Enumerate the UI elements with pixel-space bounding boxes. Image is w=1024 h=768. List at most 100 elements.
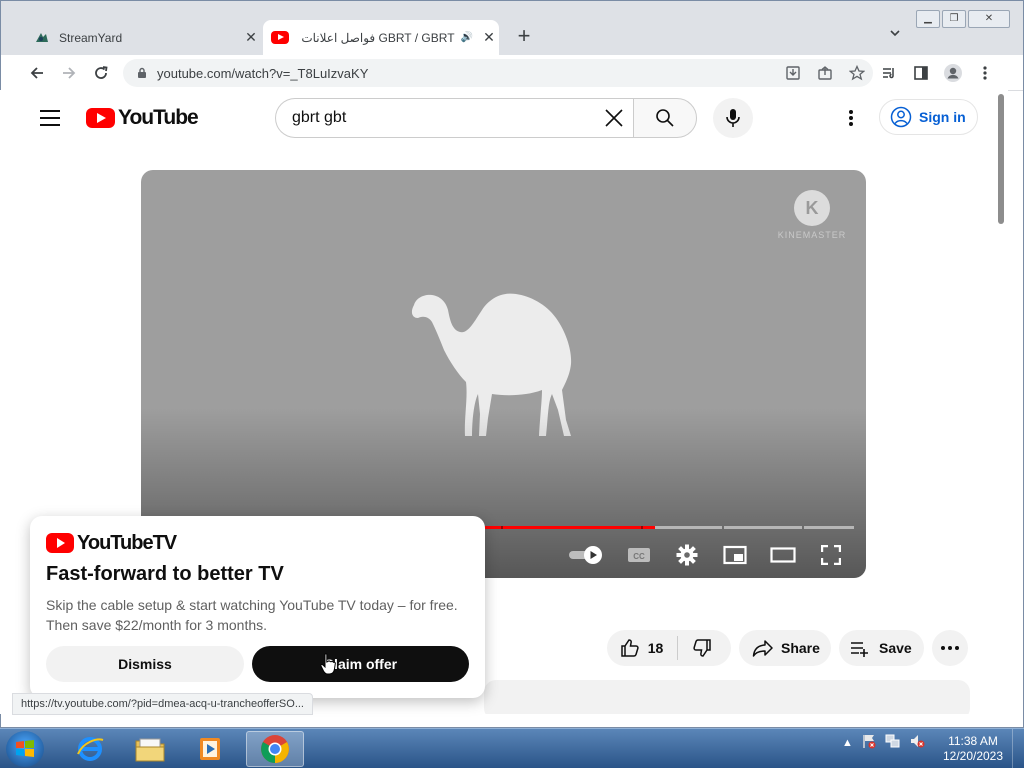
save-playlist-icon bbox=[849, 636, 873, 660]
captions-icon[interactable]: CC bbox=[624, 540, 654, 570]
show-desktop-button[interactable] bbox=[1012, 729, 1024, 768]
streamyard-icon bbox=[33, 29, 51, 47]
miniplayer-icon[interactable] bbox=[720, 540, 750, 570]
show-hidden-icons-chevron-icon[interactable]: ▲ bbox=[842, 737, 853, 749]
chrome-taskbar-icon[interactable] bbox=[246, 731, 304, 767]
save-button[interactable]: Save bbox=[839, 630, 924, 666]
share-page-icon[interactable] bbox=[809, 59, 841, 87]
back-icon[interactable] bbox=[25, 61, 49, 85]
description-box[interactable] bbox=[484, 680, 970, 714]
tab-search-chevron-icon[interactable] bbox=[885, 27, 905, 47]
tab-title: StreamYard bbox=[59, 30, 123, 45]
youtube-play-icon bbox=[86, 108, 115, 128]
file-explorer-taskbar-icon[interactable] bbox=[122, 731, 178, 767]
internet-explorer-taskbar-icon[interactable] bbox=[62, 731, 118, 767]
browser-toolbar: youtube.com/watch?v=_T8LuIzvaKY bbox=[1, 55, 1023, 91]
share-arrow-icon bbox=[751, 636, 775, 660]
settings-more-icon[interactable] bbox=[836, 108, 866, 128]
kinemaster-watermark: K KINEMASTER bbox=[777, 190, 847, 240]
search-button[interactable] bbox=[633, 98, 697, 138]
audio-playing-icon[interactable]: 🔊 bbox=[461, 32, 473, 43]
promo-body: Skip the cable setup & start watching Yo… bbox=[46, 597, 458, 633]
clock-date: 12/20/2023 bbox=[942, 749, 1004, 763]
watermark-text: KINEMASTER bbox=[777, 230, 847, 240]
hand-cursor-icon bbox=[320, 653, 336, 675]
system-tray: ▲ bbox=[842, 733, 925, 752]
player-controls: CC bbox=[566, 540, 846, 570]
youtube-play-icon bbox=[46, 533, 74, 553]
promo-headline: Fast-forward to better TV bbox=[46, 563, 284, 585]
claim-offer-button[interactable]: Claim offer bbox=[252, 646, 469, 682]
youtube-tv-logo: YouTubeTV bbox=[46, 532, 469, 554]
sign-in-button[interactable]: Sign in bbox=[879, 99, 978, 135]
taskbar-clock[interactable]: 11:38 AM 12/20/2023 bbox=[938, 734, 1008, 764]
autoplay-toggle[interactable] bbox=[566, 540, 606, 570]
action-center-flag-icon[interactable] bbox=[861, 733, 877, 752]
toolbar-right-icons bbox=[877, 61, 997, 85]
more-actions-button[interactable] bbox=[932, 630, 968, 666]
youtube-logo-text: YouTube bbox=[118, 106, 199, 129]
minimize-button[interactable]: ▁ bbox=[916, 10, 940, 28]
progress-bar[interactable] bbox=[485, 526, 854, 529]
link-status-bubble: https://tv.youtube.com/?pid=dmea-acq-u-t… bbox=[12, 693, 313, 715]
clear-search-icon[interactable] bbox=[594, 98, 634, 138]
promo-buttons: Dismiss Claim offer bbox=[46, 646, 469, 682]
progress-played bbox=[485, 526, 655, 529]
address-bar[interactable]: youtube.com/watch?v=_T8LuIzvaKY bbox=[123, 59, 873, 87]
youtube-favicon bbox=[271, 29, 289, 47]
share-button[interactable]: Share bbox=[739, 630, 831, 666]
window-controls: ▁ ❐ ✕ bbox=[916, 10, 1010, 28]
scrollbar-thumb[interactable] bbox=[998, 94, 1004, 224]
url-text: youtube.com/watch?v=_T8LuIzvaKY bbox=[157, 65, 369, 81]
forward-icon[interactable] bbox=[57, 61, 81, 85]
tab-strip: StreamYard ✕ GBRT / GBRT فواصل اعلانات ل… bbox=[1, 1, 1023, 55]
site-info-icon[interactable] bbox=[135, 66, 149, 80]
new-tab-button[interactable]: + bbox=[512, 25, 536, 49]
profile-avatar-icon[interactable] bbox=[941, 61, 965, 85]
voice-search-button[interactable] bbox=[713, 98, 753, 138]
dismiss-button[interactable]: Dismiss bbox=[46, 646, 244, 682]
tab-streamyard[interactable]: StreamYard ✕ bbox=[27, 20, 261, 55]
search-icon bbox=[656, 109, 674, 127]
tab-close-icon[interactable]: ✕ bbox=[241, 28, 261, 48]
youtube-tv-logo-text: YouTubeTV bbox=[77, 531, 177, 554]
reading-list-icon[interactable] bbox=[877, 61, 901, 85]
tab-youtube[interactable]: GBRT / GBRT فواصل اعلانات لقنوات 🔊 ✕ bbox=[263, 20, 499, 55]
like-dislike-group: 18 bbox=[607, 630, 731, 666]
more-horizontal-icon bbox=[941, 646, 959, 650]
install-app-icon[interactable] bbox=[777, 59, 809, 87]
search-query: gbrt gbt bbox=[292, 109, 347, 126]
youtube-tv-promo-dialog: YouTubeTV Fast-forward to better TV Skip… bbox=[30, 516, 485, 698]
network-icon[interactable] bbox=[885, 733, 901, 752]
youtube-logo[interactable]: YouTube bbox=[86, 106, 199, 130]
windows-logo-icon bbox=[16, 740, 34, 757]
tab-close-icon[interactable]: ✕ bbox=[479, 28, 499, 48]
svg-text:CC: CC bbox=[633, 552, 645, 561]
like-thumb-icon[interactable] bbox=[619, 636, 642, 660]
account-circle-icon bbox=[890, 106, 912, 128]
settings-gear-icon[interactable] bbox=[672, 540, 702, 570]
start-button[interactable] bbox=[6, 731, 44, 767]
fullscreen-icon[interactable] bbox=[816, 540, 846, 570]
reload-icon[interactable] bbox=[89, 61, 113, 85]
search-input[interactable]: gbrt gbt bbox=[275, 98, 634, 138]
sign-in-label: Sign in bbox=[919, 109, 966, 125]
tab-title: GBRT / GBRT فواصل اعلانات لقنوات bbox=[297, 30, 455, 45]
theater-mode-icon[interactable] bbox=[768, 540, 798, 570]
browser-menu-icon[interactable] bbox=[973, 61, 997, 85]
share-label: Share bbox=[781, 640, 820, 656]
page-scrollbar[interactable] bbox=[995, 91, 1007, 714]
save-label: Save bbox=[879, 640, 912, 656]
restore-button[interactable]: ❐ bbox=[942, 10, 966, 28]
clock-time: 11:38 AM bbox=[948, 734, 998, 748]
media-player-taskbar-icon[interactable] bbox=[182, 731, 238, 767]
bookmark-star-icon[interactable] bbox=[841, 59, 873, 87]
like-count: 18 bbox=[647, 640, 664, 656]
close-window-button[interactable]: ✕ bbox=[968, 10, 1010, 28]
windows-taskbar: ▲ 11:38 AM 12/20/2023 bbox=[0, 728, 1024, 768]
hamburger-menu-icon[interactable] bbox=[38, 108, 62, 128]
watermark-letter: K bbox=[794, 190, 830, 226]
dislike-thumb-icon[interactable] bbox=[690, 636, 713, 660]
side-panel-icon[interactable] bbox=[909, 61, 933, 85]
volume-muted-icon[interactable] bbox=[909, 733, 925, 752]
